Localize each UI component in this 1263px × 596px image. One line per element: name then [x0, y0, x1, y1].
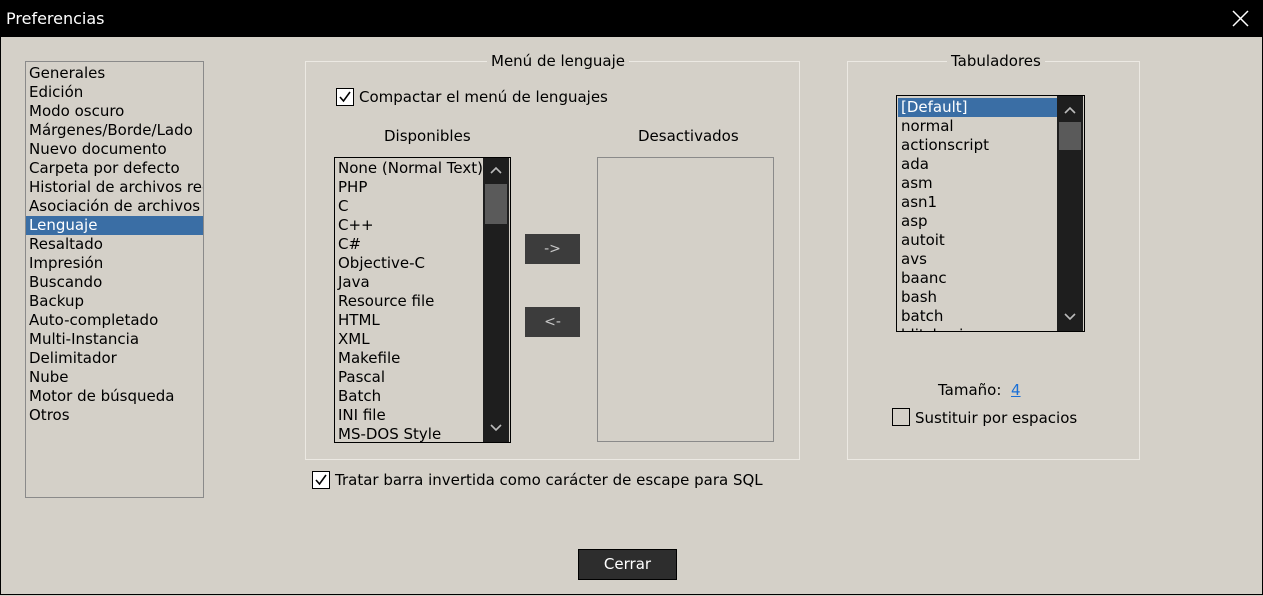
close-button[interactable]: Cerrar	[578, 549, 677, 580]
tab-size-value[interactable]: 4	[1011, 381, 1021, 399]
available-language-item[interactable]: C	[335, 197, 483, 216]
close-window-button[interactable]	[1217, 0, 1263, 37]
scroll-down-icon[interactable]	[1057, 307, 1083, 327]
tab-size-label: Tamaño:	[938, 381, 1002, 399]
replace-spaces-checkbox[interactable]	[892, 408, 910, 426]
tab-language-item[interactable]: autoit	[898, 231, 1057, 250]
available-language-item[interactable]: None (Normal Text)	[335, 159, 483, 178]
tab-language-item[interactable]: asm	[898, 174, 1057, 193]
window-title: Preferencias	[6, 9, 105, 28]
available-language-item[interactable]: Objective-C	[335, 254, 483, 273]
sidebar-item[interactable]: Nuevo documento	[26, 140, 203, 159]
tab-language-item[interactable]: normal	[898, 117, 1057, 136]
available-languages-list[interactable]: None (Normal Text) PHP C C++ C# Objective-C Ja…	[334, 157, 511, 443]
available-language-item[interactable]: Resource file	[335, 292, 483, 311]
dialog-body: Generales Edición Modo oscuro Márgenes/Bord…	[0, 37, 1263, 595]
tab-settings-title: Tabuladores	[947, 52, 1045, 70]
sidebar-item[interactable]: Backup	[26, 292, 203, 311]
sidebar-item[interactable]: Modo oscuro	[26, 102, 203, 121]
available-language-item[interactable]: Batch	[335, 387, 483, 406]
sidebar-item[interactable]: Edición	[26, 83, 203, 102]
sidebar-item[interactable]: Impresión	[26, 254, 203, 273]
tab-language-item[interactable]: ada	[898, 155, 1057, 174]
tab-language-item[interactable]: bash	[898, 288, 1057, 307]
scroll-down-icon[interactable]	[483, 418, 509, 438]
disabled-label: Desactivados	[638, 127, 739, 145]
available-language-item[interactable]: PHP	[335, 178, 483, 197]
tab-language-item[interactable]: batch	[898, 307, 1057, 326]
sidebar-item[interactable]: Multi-Instancia	[26, 330, 203, 349]
tab-language-item[interactable]: baanc	[898, 269, 1057, 288]
sql-escape-checkbox[interactable]	[312, 471, 330, 489]
available-language-item[interactable]: Makefile	[335, 349, 483, 368]
available-language-item[interactable]: XML	[335, 330, 483, 349]
check-icon	[315, 474, 327, 486]
tab-language-item[interactable]: blitzbasic	[898, 326, 1057, 331]
tab-language-item[interactable]: avs	[898, 250, 1057, 269]
tab-language-item[interactable]: actionscript	[898, 136, 1057, 155]
available-language-item[interactable]: Java	[335, 273, 483, 292]
title-bar: Preferencias	[0, 0, 1263, 37]
sidebar-item[interactable]: Generales	[26, 64, 203, 83]
available-language-item[interactable]: C#	[335, 235, 483, 254]
move-right-button[interactable]: ->	[525, 234, 580, 264]
move-left-button[interactable]: <-	[525, 307, 580, 337]
sidebar-item[interactable]: Otros	[26, 406, 203, 425]
available-language-item[interactable]: Pascal	[335, 368, 483, 387]
tab-list-scroll-thumb[interactable]	[1059, 122, 1081, 150]
compact-menu-label: Compactar el menú de lenguajes	[359, 88, 608, 106]
disabled-languages-list[interactable]	[597, 157, 774, 442]
category-list[interactable]: Generales Edición Modo oscuro Márgenes/Bord…	[25, 61, 204, 498]
scroll-up-icon[interactable]	[483, 160, 509, 180]
tab-items: [Default] normal actionscript ada asm asn1 asp…	[898, 98, 1057, 331]
sidebar-item[interactable]: Delimitador	[26, 349, 203, 368]
sidebar-item[interactable]: Auto-completado	[26, 311, 203, 330]
sidebar-item[interactable]: Historial de archivos reci	[26, 178, 203, 197]
available-language-item[interactable]: MS-DOS Style	[335, 425, 483, 442]
sidebar-item[interactable]: Motor de búsqueda	[26, 387, 203, 406]
available-scroll-thumb[interactable]	[485, 184, 507, 224]
available-language-item[interactable]: C++	[335, 216, 483, 235]
language-menu-title: Menú de lenguaje	[487, 52, 629, 70]
check-icon	[339, 91, 351, 103]
tab-language-list[interactable]: [Default] normal actionscript ada asm asn1 asp…	[896, 95, 1085, 332]
sidebar-item[interactable]: Lenguaje	[26, 216, 203, 235]
sidebar-item[interactable]: Asociación de archivos	[26, 197, 203, 216]
sidebar-item[interactable]: Carpeta por defecto	[26, 159, 203, 178]
tab-language-item[interactable]: asn1	[898, 193, 1057, 212]
tab-language-item[interactable]: asp	[898, 212, 1057, 231]
available-items: None (Normal Text) PHP C C++ C# Objective-C Ja…	[335, 159, 483, 442]
available-language-item[interactable]: HTML	[335, 311, 483, 330]
available-language-item[interactable]: INI file	[335, 406, 483, 425]
sql-escape-label: Tratar barra invertida como carácter de …	[335, 471, 763, 489]
available-label: Disponibles	[384, 127, 471, 145]
tab-list-scrollbar[interactable]	[1057, 96, 1083, 331]
sidebar-item[interactable]: Nube	[26, 368, 203, 387]
tab-language-item[interactable]: [Default]	[898, 98, 1057, 117]
available-scrollbar[interactable]	[483, 158, 509, 442]
scroll-up-icon[interactable]	[1057, 100, 1083, 120]
replace-spaces-label: Sustituir por espacios	[915, 409, 1078, 427]
sidebar-item[interactable]: Resaltado	[26, 235, 203, 254]
sidebar-item[interactable]: Márgenes/Borde/Lado	[26, 121, 203, 140]
close-icon	[1232, 10, 1249, 27]
sidebar-item[interactable]: Buscando	[26, 273, 203, 292]
compact-menu-checkbox[interactable]	[336, 88, 354, 106]
